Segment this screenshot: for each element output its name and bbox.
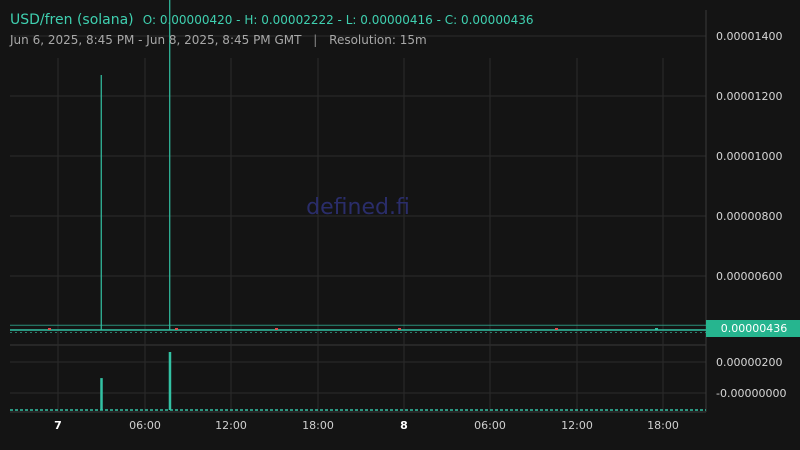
x-tick-label: 06:00 (474, 419, 506, 432)
watermark: defined.fi (306, 195, 410, 220)
x-tick-label: 06:00 (129, 419, 161, 432)
x-tick-label: 12:00 (215, 419, 247, 432)
y-tick-label: 0.00000600 (716, 270, 782, 283)
time-axis[interactable]: 7 06:00 12:00 18:00 8 06:00 12:00 18:00 (54, 419, 679, 432)
volume-tick-label: -0.00000000 (716, 387, 786, 400)
candle (175, 328, 178, 330)
separator: | (313, 33, 318, 47)
chart-legend: USD/fren (solana) O: 0.00000420 - H: 0.0… (10, 9, 534, 28)
x-tick-label: 18:00 (302, 419, 334, 432)
price-chart[interactable]: defined.fi 0.000024000.000022000.0000200… (0, 0, 800, 450)
last-price-tag: 0.00000436 (706, 320, 800, 337)
volume-series (10, 352, 706, 411)
resolution-label: Resolution: 15m (329, 33, 427, 47)
date-range: Jun 6, 2025, 8:45 PM - Jun 8, 2025, 8:45… (10, 33, 302, 47)
candle (275, 328, 278, 330)
volume-tick-label: 0.00000200 (716, 356, 782, 369)
price-axis[interactable]: 0.000024000.000022000.000020000.00001800… (716, 0, 786, 400)
x-tick-label: 7 (54, 419, 62, 432)
candle (398, 328, 401, 330)
y-tick-label: 0.00000800 (716, 210, 782, 223)
y-tick-label: 0.00001000 (716, 150, 782, 163)
y-tick-label: 0.00001400 (716, 30, 782, 43)
volume-bar (100, 378, 103, 410)
candle (555, 328, 558, 330)
x-tick-label: 12:00 (561, 419, 593, 432)
pair-title: USD/fren (solana) (10, 12, 134, 28)
candle (48, 328, 51, 330)
volume-bar (168, 352, 172, 410)
x-tick-label: 8 (400, 419, 408, 432)
x-tick-label: 18:00 (647, 419, 679, 432)
candle (655, 328, 658, 330)
chart-subtitle: Jun 6, 2025, 8:45 PM - Jun 8, 2025, 8:45… (10, 33, 427, 47)
ohlc-values: O: 0.00000420 - H: 0.00002222 - L: 0.000… (142, 13, 534, 27)
y-tick-label: 0.00001200 (716, 90, 782, 103)
price-series (10, 0, 800, 333)
